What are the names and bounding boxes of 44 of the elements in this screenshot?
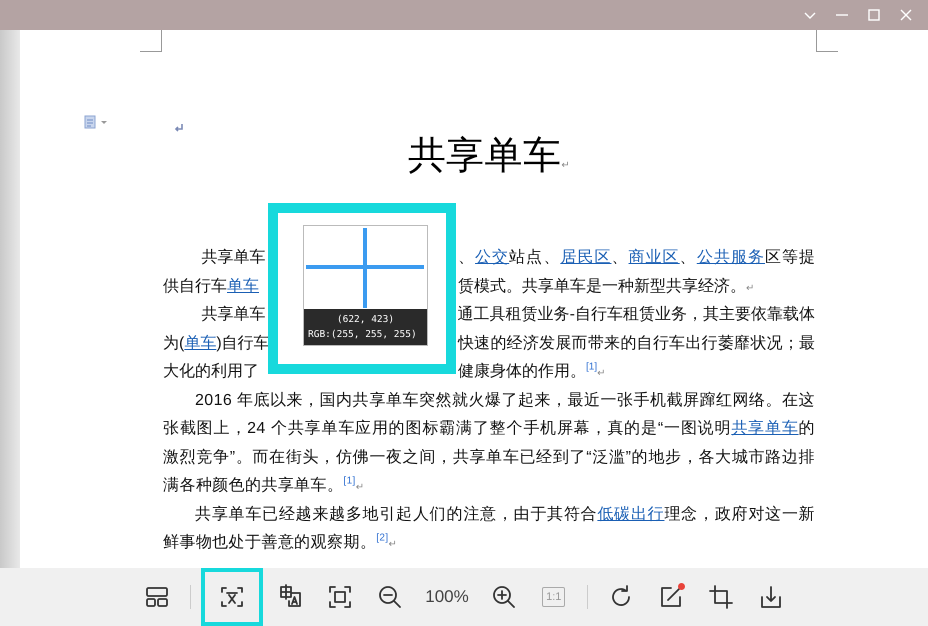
link[interactable]: 商业区: [628, 249, 680, 266]
paragraph-mark-icon: [174, 123, 184, 132]
crop-mark: [140, 30, 162, 52]
paragraph-text: 赁模式。共享单车是一种新型共享经济。: [458, 278, 746, 294]
paragraph-text: 健康身体的作用。: [458, 363, 586, 380]
paragraph-text: 供自行车单车: [163, 278, 259, 294]
footnote-link[interactable]: [2]: [376, 532, 389, 544]
link[interactable]: 居民区: [560, 249, 612, 266]
pixel-color-value: RGB:(255, 255, 255): [307, 328, 417, 342]
paragraph-mark: ↵: [746, 282, 754, 294]
dropdown-icon: [804, 12, 816, 18]
minimize-icon: [836, 14, 848, 16]
link[interactable]: 公共服务: [696, 249, 765, 266]
paragraph-mark: ↵: [561, 160, 570, 171]
link[interactable]: 单车: [227, 278, 259, 294]
crop-icon: [706, 583, 735, 611]
close-icon: [900, 9, 912, 21]
link[interactable]: 低碳出行: [597, 506, 664, 522]
paragraph-text: 、公交站点、居民区、商业区、公共服务区等提: [458, 248, 815, 268]
zoom-level: 100%: [424, 586, 470, 608]
paragraph-text: 快速的经济发展而带来的自行车出行萎靡状况；最: [458, 334, 815, 354]
paragraph-text: 大化的利用了: [163, 363, 259, 380]
paragraph-text: 共享单车已经越来越多地引起人们的注意，由于其符合低碳出行理念，政府对这一新鲜事物也处于善意的观察期。$^{[2]}$↵: [163, 504, 815, 553]
crosshair-icon: [306, 228, 424, 308]
paragraph-text: 通工具租赁业务-自行车租赁业务，其主要依靠载体: [458, 304, 815, 325]
link[interactable]: 公交: [475, 249, 510, 266]
paragraph-text: 为(单车)自行车: [163, 334, 270, 352]
paragraph-text: 共享单车: [201, 249, 266, 266]
paragraph-text: 共享单车: [201, 306, 266, 323]
link[interactable]: 单车: [184, 334, 216, 352]
cursor-coordinates: (622, 423): [336, 313, 394, 327]
notification-dot: [678, 583, 685, 590]
crop-mark: [816, 30, 838, 52]
paragraph-mark: ↵: [356, 482, 365, 493]
link[interactable]: 共享单车: [731, 420, 799, 437]
document-menu-icon: [84, 114, 108, 129]
document-title: 共享单车: [408, 135, 562, 177]
paragraph-mark: ↵: [597, 368, 606, 379]
maximize-icon: [868, 9, 880, 21]
footnote-link[interactable]: [1]: [586, 362, 598, 373]
footnote-link[interactable]: [1]: [343, 476, 356, 487]
paragraph-text: 2016 年底以来，国内共享单车突然就火爆了起来，最近一张手机截屏蹿红网络。在这张截图上，24 个共享单车应用的图标霸满了整个手机屏幕，真的是“一图说明共享单车的激烈竞争”。而在街头，仿佛一夜之间，共享单车已经到了“泛滥”的地步，各大城市路边排满各种颜色的共享单车。$^{[1]}$↵: [163, 390, 815, 496]
paragraph-mark: ↵: [388, 539, 398, 550]
text-recognition-button[interactable]: [201, 568, 264, 626]
